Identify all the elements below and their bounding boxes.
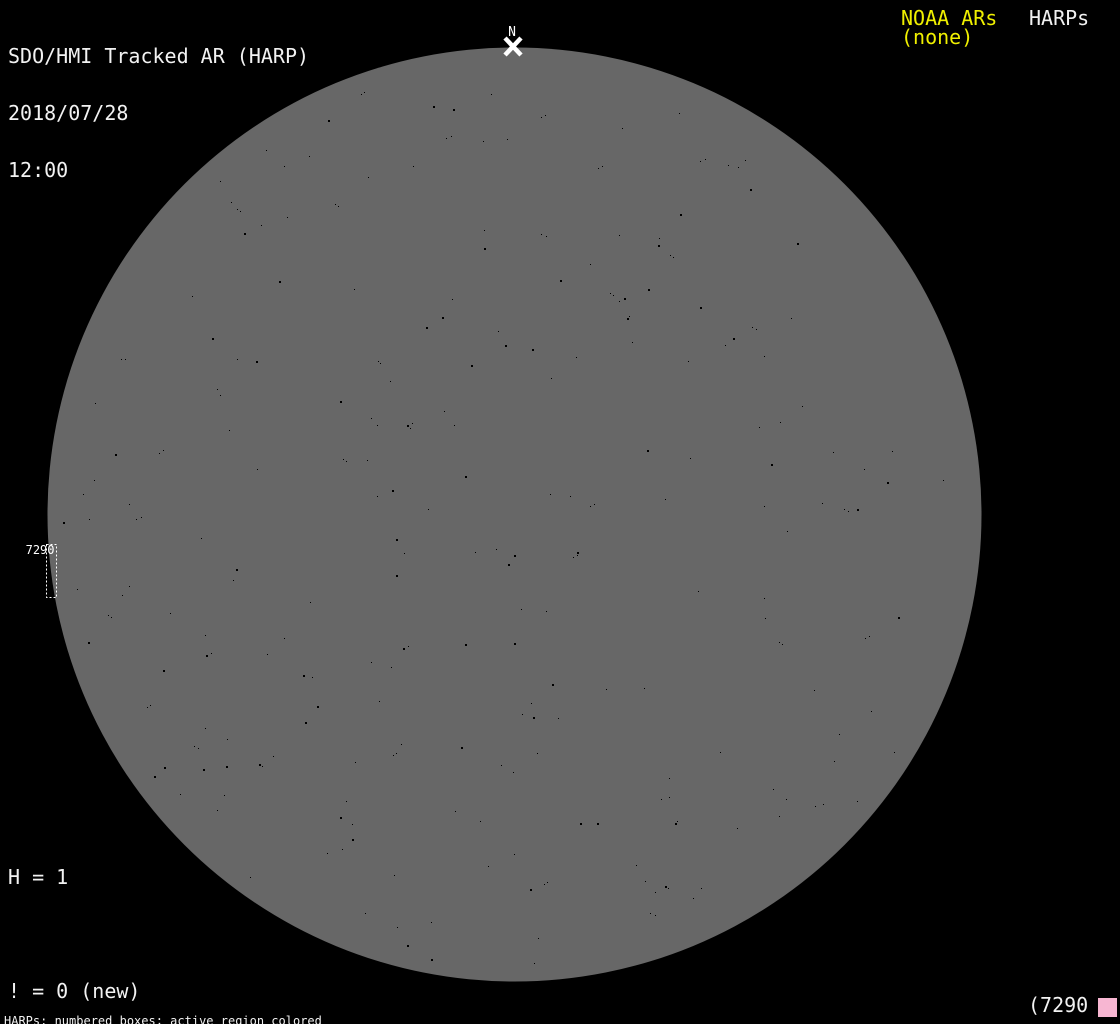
noaa-ars-value: (none) — [901, 25, 974, 49]
harps-heading: HARPs — [1029, 6, 1090, 30]
footer-captions: HARPs: numbered boxes; active region col… — [4, 991, 423, 1024]
harp-tracker-screen: 7290 N SDO/HMI Tracked AR (HARP) 2018/07… — [0, 0, 1120, 1024]
date-label: 2018/07/28 — [8, 101, 129, 125]
harp-region-label: 7290 — [26, 543, 55, 557]
north-label: N — [508, 25, 516, 40]
caption-harps: HARPs: numbered boxes; active region col… — [4, 1014, 322, 1024]
time-label: 12:00 — [8, 158, 69, 182]
legend-spacer — [8, 925, 237, 944]
page-title: SDO/HMI Tracked AR (HARP) — [8, 44, 310, 68]
harp-color-swatch — [1098, 998, 1117, 1017]
harp-tag-label: (7290 — [1028, 993, 1089, 1017]
harp-count-label: H = 1 — [8, 865, 69, 889]
title-block: SDO/HMI Tracked AR (HARP) 2018/07/28 12:… — [8, 9, 309, 218]
